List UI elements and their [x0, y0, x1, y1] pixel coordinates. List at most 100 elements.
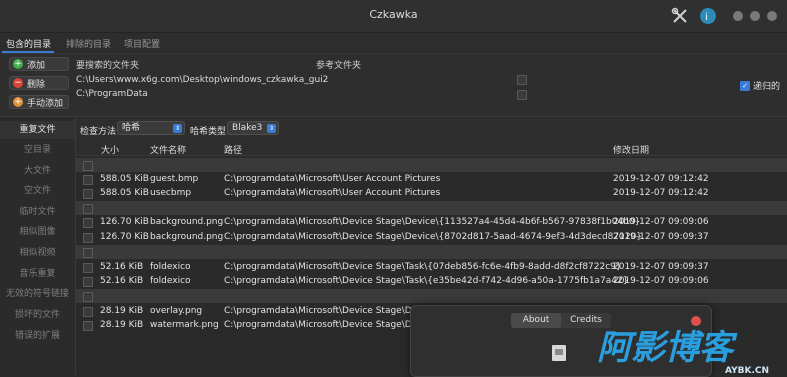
- about-tabs: About Credits: [511, 313, 611, 328]
- tab-item-config[interactable]: 项目配置: [124, 37, 160, 50]
- reference-checkbox[interactable]: [517, 90, 527, 100]
- close-button[interactable]: [767, 11, 777, 21]
- table-row[interactable]: 588.05 KiB usecbmp C:\programdata\Micros…: [76, 186, 787, 200]
- cell-filename: usecbmp: [150, 188, 192, 198]
- minimize-button[interactable]: [733, 11, 743, 21]
- sidebar-item-bad-extensions[interactable]: 错误的扩展: [0, 327, 75, 345]
- column-filename[interactable]: 文件名称: [150, 143, 186, 156]
- table-header: 大小 文件名称 路径 修改日期: [76, 141, 787, 156]
- cell-date: 2019-12-07 09:09:37: [613, 232, 709, 242]
- sidebar-item-temp-files[interactable]: 临时文件: [0, 203, 75, 221]
- tab-excluded-dirs[interactable]: 排除的目录: [66, 37, 111, 50]
- check-method-value: 哈希: [122, 123, 141, 133]
- row-checkbox[interactable]: [83, 307, 93, 317]
- table-row[interactable]: 126.70 KiB background.png C:\programdata…: [76, 230, 787, 244]
- table-row[interactable]: 52.16 KiB foldexico C:\programdata\Micro…: [76, 274, 787, 288]
- tab-included-dirs[interactable]: 包含的目录: [6, 37, 51, 50]
- recursive-option[interactable]: ✓ 递归的: [740, 79, 780, 92]
- cell-date: 2019-12-07 09:09:37: [613, 262, 709, 272]
- column-reference-folders: 参考文件夹: [316, 61, 362, 71]
- sidebar-item-music-duplicates[interactable]: 音乐重复: [0, 265, 75, 283]
- check-method-select[interactable]: 哈希 ⇕: [117, 121, 185, 135]
- row-checkbox[interactable]: [83, 233, 93, 243]
- cell-filename: watermark.png: [150, 320, 219, 330]
- reference-checkbox[interactable]: [517, 75, 527, 85]
- recursive-checkbox[interactable]: ✓: [740, 80, 750, 91]
- cell-path: C:\programdata\Microsoft\Device Stage\Ta…: [224, 262, 622, 272]
- row-checkbox[interactable]: [83, 161, 93, 171]
- column-search-folders: 要搜索的文件夹: [76, 61, 140, 71]
- sidebar-item-similar-images[interactable]: 相似图像: [0, 223, 75, 241]
- row-checkbox[interactable]: [83, 175, 93, 185]
- row-checkbox[interactable]: [83, 189, 93, 199]
- cell-filename: guest.bmp: [150, 174, 199, 184]
- cell-size: 588.05 KiB: [100, 174, 149, 184]
- cell-date: 2019-12-07 09:09:06: [613, 276, 709, 286]
- hash-type-select[interactable]: Blake3 ⇕: [227, 121, 279, 135]
- cell-path: C:\programdata\Microsoft\Device Stage\Ta…: [224, 276, 629, 286]
- table-row[interactable]: 52.16 KiB foldexico C:\programdata\Micro…: [76, 260, 787, 274]
- sidebar-item-duplicates[interactable]: 重复文件: [0, 121, 75, 139]
- tools-icon[interactable]: [671, 7, 689, 25]
- cell-size: 52.16 KiB: [100, 262, 144, 272]
- sidebar-item-broken-files[interactable]: 损坏的文件: [0, 306, 75, 324]
- table-row[interactable]: 126.70 KiB background.png C:\programdata…: [76, 215, 787, 229]
- check-method-label: 检查方法: [80, 127, 117, 137]
- row-checkbox[interactable]: [83, 248, 93, 258]
- app-window: Czkawka i 包含的目录 排除的目录 项目配置 + 添加 − 删除 + 手…: [0, 0, 787, 377]
- titlebar: Czkawka i: [0, 0, 787, 33]
- cell-size: 28.19 KiB: [100, 306, 144, 316]
- window-title: Czkawka: [369, 8, 418, 21]
- column-modified-date[interactable]: 修改日期: [613, 143, 649, 156]
- row-checkbox[interactable]: [83, 218, 93, 228]
- maximize-button[interactable]: [750, 11, 760, 21]
- cell-size: 588.05 KiB: [100, 188, 149, 198]
- chevron-updown-icon: ⇕: [173, 124, 182, 133]
- hash-type-label: 哈希类型: [190, 127, 227, 137]
- row-checkbox[interactable]: [83, 263, 93, 273]
- group-separator-row: [76, 158, 787, 172]
- manual-add-button[interactable]: + 手动添加: [9, 95, 69, 109]
- add-button[interactable]: + 添加: [9, 57, 69, 71]
- add-button-label: 添加: [27, 60, 46, 71]
- cell-size: 126.70 KiB: [100, 217, 149, 227]
- cell-date: 2019-12-07 09:09:06: [613, 217, 709, 227]
- watermark-text: 阿影博客: [597, 328, 738, 368]
- row-checkbox[interactable]: [83, 204, 93, 214]
- cell-path: C:\programdata\Microsoft\User Account Pi…: [224, 174, 441, 184]
- cell-path: C:\programdata\Microsoft\Device Stage\De…: [224, 320, 423, 330]
- remove-button[interactable]: − 删除: [9, 76, 69, 90]
- tab-about[interactable]: About: [511, 313, 561, 328]
- cell-size: 126.70 KiB: [100, 232, 149, 242]
- cell-path: C:\programdata\Microsoft\Device Stage\De…: [224, 217, 641, 227]
- row-checkbox[interactable]: [83, 292, 93, 302]
- table-row[interactable]: 588.05 KiB guest.bmp C:\programdata\Micr…: [76, 172, 787, 186]
- row-checkbox[interactable]: [83, 321, 93, 331]
- manual-add-button-label: 手动添加: [27, 98, 64, 109]
- cell-filename: foldexico: [150, 276, 191, 286]
- column-size[interactable]: 大小: [101, 143, 119, 156]
- cell-filename: foldexico: [150, 262, 191, 272]
- cell-date: 2019-12-07 09:12:42: [613, 188, 709, 198]
- sidebar-item-empty-files[interactable]: 空文件: [0, 182, 75, 200]
- included-dirs-panel: + 添加 − 删除 + 手动添加 要搜索的文件夹 参考文件夹 C:\Users\…: [0, 53, 787, 117]
- cell-filename: background.png: [150, 217, 224, 227]
- sidebar-item-similar-videos[interactable]: 相似视频: [0, 244, 75, 262]
- folder-path[interactable]: C:\Users\www.x6g.com\Desktop\windows_czk…: [76, 75, 328, 85]
- watermark-sub: AYBK.CN: [725, 366, 769, 375]
- sidebar-item-empty-dirs[interactable]: 空目录: [0, 141, 75, 159]
- row-checkbox[interactable]: [83, 277, 93, 287]
- sidebar-item-big-files[interactable]: 大文件: [0, 162, 75, 180]
- column-path[interactable]: 路径: [224, 143, 242, 156]
- minus-icon: −: [13, 78, 23, 88]
- group-separator-row: [76, 201, 787, 215]
- cell-filename: overlay.png: [150, 306, 203, 316]
- plus-icon: +: [13, 59, 23, 69]
- plus-icon: +: [13, 97, 23, 107]
- remove-button-label: 删除: [27, 79, 46, 90]
- sidebar-item-invalid-symlinks[interactable]: 无效的符号链接: [0, 285, 75, 303]
- folder-path[interactable]: C:\ProgramData: [76, 89, 148, 99]
- chevron-updown-icon: ⇕: [267, 124, 276, 133]
- directory-tabs: 包含的目录 排除的目录 项目配置: [0, 33, 787, 51]
- app-logo-icon[interactable]: i: [699, 7, 717, 25]
